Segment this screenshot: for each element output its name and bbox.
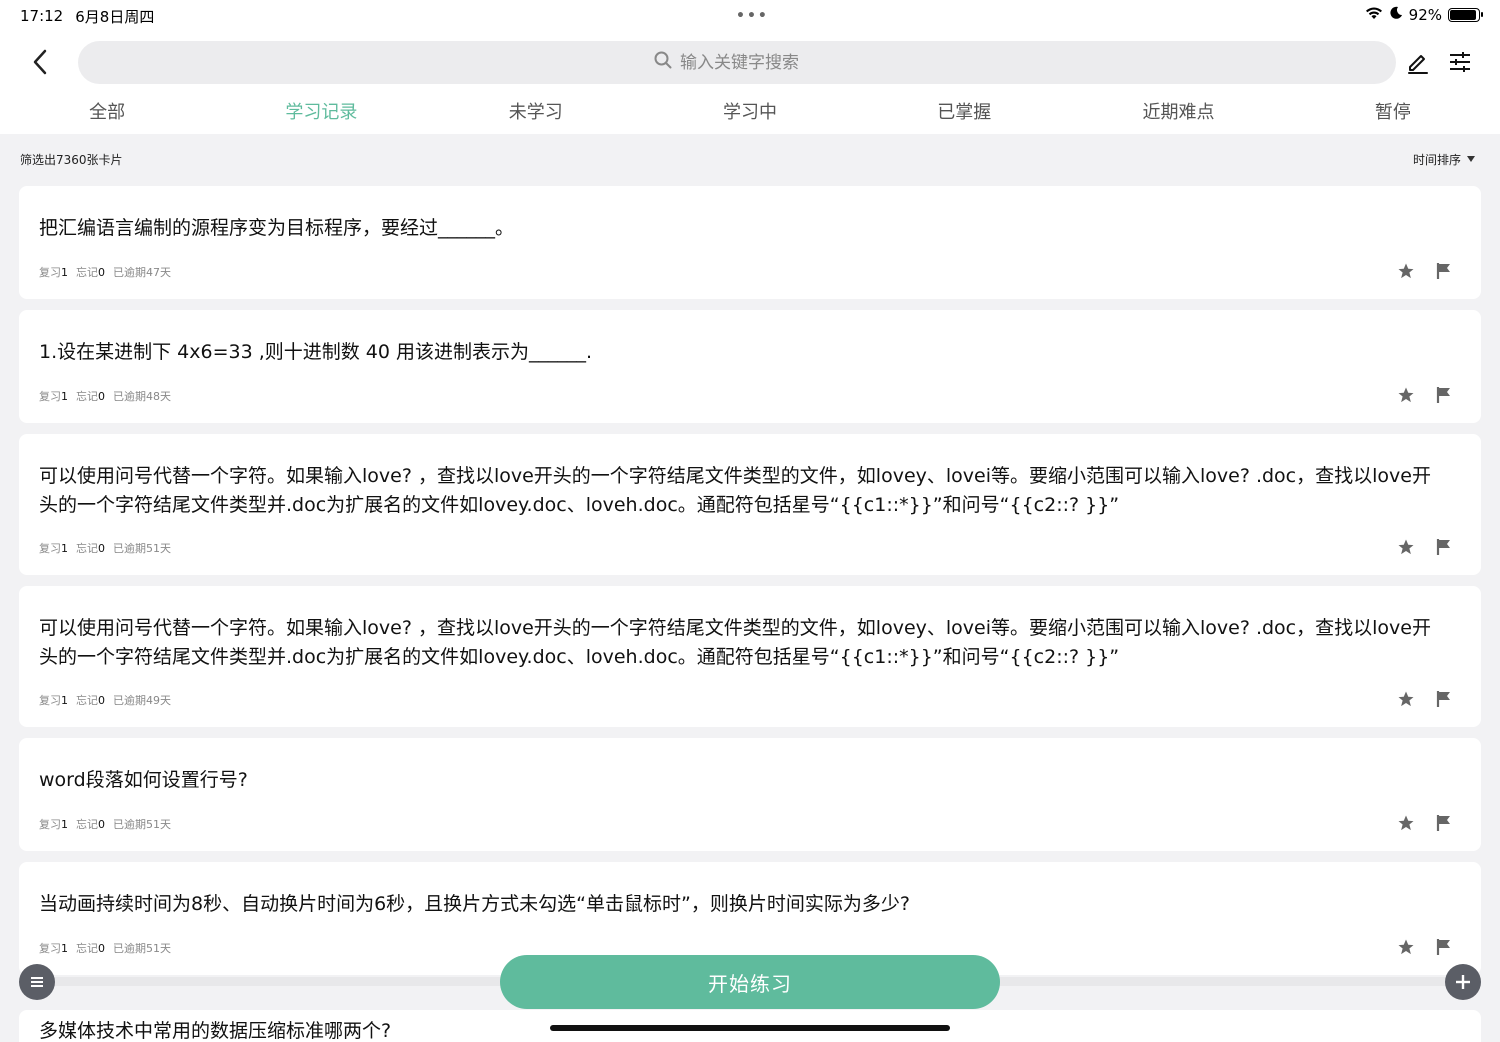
card-question: word段落如何设置行号? [39, 769, 248, 791]
search-bar[interactable] [78, 41, 1396, 84]
overdue-days: 已逾期49天 [113, 694, 171, 707]
card-question: 多媒体技术中常用的数据压缩标准哪两个? [39, 1020, 392, 1042]
review-count: 复习1 [39, 266, 68, 279]
overdue-days: 已逾期48天 [113, 390, 171, 403]
menu-button[interactable] [19, 964, 55, 1000]
card-question: 把汇编语言编制的源程序变为目标程序，要经过______。 [39, 217, 515, 239]
card-meta: 复习1 忘记0 已逾期47天 [39, 264, 171, 280]
status-right: 92% [1365, 6, 1483, 24]
card-item[interactable]: word段落如何设置行号? 复习1 忘记0 已逾期51天 [19, 738, 1481, 851]
forget-count: 忘记0 [76, 390, 105, 403]
filter-button[interactable] [1444, 46, 1476, 78]
card-count: 筛选出7360张卡片 [20, 152, 123, 167]
tab-all[interactable]: 全部 [0, 92, 214, 134]
flag-icon[interactable] [1435, 386, 1453, 404]
forget-count: 忘记0 [76, 818, 105, 831]
flag-icon[interactable] [1435, 262, 1453, 280]
flag-icon[interactable] [1435, 538, 1453, 556]
card-question: 当动画持续时间为8秒、自动换片时间为6秒，且换片方式未勾选“单击鼠标时”，则换片… [39, 893, 910, 915]
card-actions [1397, 538, 1453, 556]
caret-down-icon [1467, 156, 1475, 162]
card-item[interactable]: 1.设在某进制下 4x6=33 ,则十进制数 40 用该进制表示为______.… [19, 310, 1481, 423]
card-meta: 复习1 忘记0 已逾期49天 [39, 692, 171, 708]
battery-icon [1448, 8, 1483, 22]
review-count: 复习1 [39, 694, 68, 707]
tab-learning[interactable]: 学习中 [643, 92, 857, 134]
menu-icon [31, 977, 43, 987]
search-input[interactable] [680, 52, 820, 73]
forget-count: 忘记0 [76, 694, 105, 707]
chevron-left-icon [33, 49, 47, 75]
review-count: 复习1 [39, 942, 68, 955]
status-time: 17:12 [20, 7, 64, 25]
back-button[interactable] [22, 44, 58, 80]
card-question: 1.设在某进制下 4x6=33 ,则十进制数 40 用该进制表示为______. [39, 341, 593, 363]
star-icon[interactable] [1397, 538, 1415, 556]
review-count: 复习1 [39, 390, 68, 403]
star-icon[interactable] [1397, 386, 1415, 404]
card-question: 可以使用问号代替一个字符。如果输入love? ，查找以love开头的一个字符结尾… [39, 617, 1431, 668]
review-count: 复习1 [39, 542, 68, 555]
header [0, 32, 1500, 92]
card-actions [1397, 386, 1453, 404]
edit-button[interactable] [1402, 46, 1434, 78]
add-button[interactable] [1445, 964, 1481, 1000]
forget-count: 忘记0 [76, 542, 105, 555]
wifi-icon [1365, 6, 1383, 24]
flag-icon[interactable] [1435, 814, 1453, 832]
battery-fill [1450, 10, 1476, 20]
search-icon [654, 51, 672, 74]
plus-icon [1456, 975, 1470, 989]
forget-count: 忘记0 [76, 266, 105, 279]
tab-mastered[interactable]: 已掌握 [857, 92, 1071, 134]
moon-icon [1389, 6, 1403, 24]
card-actions [1397, 938, 1453, 956]
card-meta: 复习1 忘记0 已逾期48天 [39, 388, 171, 404]
card-meta: 复习1 忘记0 已逾期51天 [39, 816, 171, 832]
overdue-days: 已逾期47天 [113, 266, 171, 279]
filter-tabs: 全部 学习记录 未学习 学习中 已掌握 近期难点 暂停 [0, 92, 1500, 134]
tab-recent-difficult[interactable]: 近期难点 [1071, 92, 1285, 134]
overdue-days: 已逾期51天 [113, 542, 171, 555]
overdue-days: 已逾期51天 [113, 818, 171, 831]
status-date: 6月8日周四 [75, 7, 155, 26]
card-item[interactable]: 可以使用问号代替一个字符。如果输入love? ，查找以love开头的一个字符结尾… [19, 434, 1481, 575]
pencil-icon [1408, 55, 1428, 74]
flag-icon[interactable] [1435, 690, 1453, 708]
sort-dropdown[interactable]: 时间排序 [1413, 151, 1480, 168]
start-practice-button[interactable]: 开始练习 [500, 955, 1000, 1009]
review-count: 复习1 [39, 818, 68, 831]
sliders-icon [1450, 52, 1470, 72]
card-actions [1397, 690, 1453, 708]
star-icon[interactable] [1397, 690, 1415, 708]
card-meta: 复习1 忘记0 已逾期51天 [39, 540, 171, 556]
tab-unlearned[interactable]: 未学习 [429, 92, 643, 134]
tab-paused[interactable]: 暂停 [1286, 92, 1500, 134]
status-bar: 17:12 6月8日周四 ••• 92% [0, 0, 1500, 32]
forget-count: 忘记0 [76, 942, 105, 955]
multitask-dots[interactable]: ••• [736, 8, 769, 24]
home-indicator[interactable] [550, 1025, 950, 1031]
star-icon[interactable] [1397, 814, 1415, 832]
card-item[interactable]: 把汇编语言编制的源程序变为目标程序，要经过______。 复习1 忘记0 已逾期… [19, 186, 1481, 299]
card-actions [1397, 814, 1453, 832]
battery-percent: 92% [1408, 6, 1442, 24]
flag-icon[interactable] [1435, 938, 1453, 956]
card-item[interactable]: 可以使用问号代替一个字符。如果输入love? ，查找以love开头的一个字符结尾… [19, 586, 1481, 727]
card-actions [1397, 262, 1453, 280]
card-question: 可以使用问号代替一个字符。如果输入love? ，查找以love开头的一个字符结尾… [39, 465, 1431, 516]
sort-label: 时间排序 [1412, 152, 1461, 167]
tab-study-record[interactable]: 学习记录 [214, 92, 428, 134]
overdue-days: 已逾期51天 [113, 942, 171, 955]
star-icon[interactable] [1397, 938, 1415, 956]
star-icon[interactable] [1397, 262, 1415, 280]
status-left: 17:12 6月8日周四 [20, 6, 154, 27]
summary-bar: 筛选出7360张卡片 时间排序 [0, 134, 1500, 184]
card-meta: 复习1 忘记0 已逾期51天 [39, 940, 171, 956]
